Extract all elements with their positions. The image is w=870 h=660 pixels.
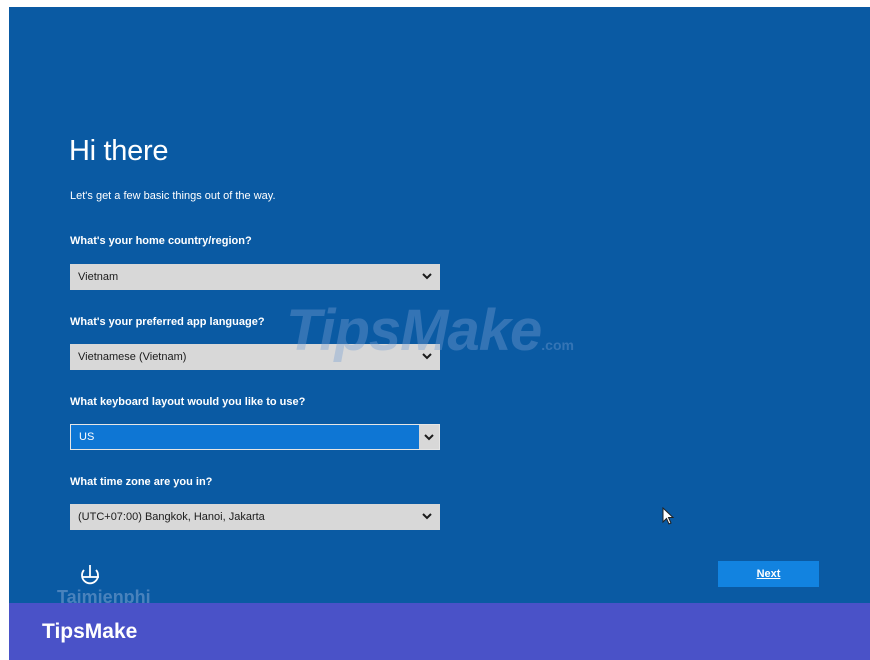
country-label: What's your home country/region? — [70, 235, 252, 247]
brand-footer: TipsMake — [9, 603, 870, 660]
timezone-label: What time zone are you in? — [70, 476, 213, 488]
country-value: Vietnam — [78, 271, 119, 283]
chevron-down-icon — [422, 353, 432, 360]
timezone-value: (UTC+07:00) Bangkok, Hanoi, Jakarta — [78, 511, 265, 523]
chevron-down-icon — [422, 273, 432, 280]
setup-screen: Hi there Let's get a few basic things ou… — [9, 7, 870, 607]
page-title: Hi there — [69, 135, 169, 167]
brand-footer-text: TipsMake — [42, 620, 138, 643]
next-button[interactable]: Next — [718, 561, 819, 587]
language-select[interactable]: Vietnamese (Vietnam) — [70, 344, 440, 370]
country-select[interactable]: Vietnam — [70, 264, 440, 290]
mouse-cursor-icon — [662, 507, 675, 525]
keyboard-label: What keyboard layout would you like to u… — [70, 396, 306, 408]
language-value: Vietnamese (Vietnam) — [78, 351, 187, 363]
ease-of-access-icon[interactable] — [77, 562, 103, 588]
timezone-select[interactable]: (UTC+07:00) Bangkok, Hanoi, Jakarta — [70, 504, 440, 530]
chevron-down-icon — [424, 434, 434, 441]
keyboard-dropdown-button[interactable] — [419, 425, 439, 449]
chevron-down-icon — [422, 513, 432, 520]
keyboard-value: US — [79, 431, 95, 443]
center-watermark-suffix: .com — [541, 337, 574, 353]
keyboard-select[interactable]: US — [70, 424, 440, 450]
page-subtitle: Let's get a few basic things out of the … — [70, 190, 276, 202]
language-label: What's your preferred app language? — [70, 316, 265, 328]
